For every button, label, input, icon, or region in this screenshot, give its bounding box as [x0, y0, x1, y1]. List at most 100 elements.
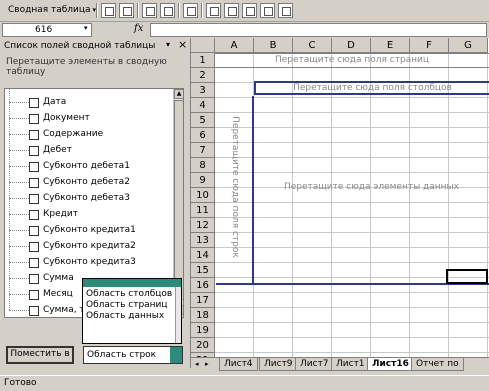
tree-line — [9, 119, 10, 134]
column-header[interactable]: C — [293, 38, 332, 53]
sheet-tab[interactable]: Лист4 — [219, 358, 258, 371]
area-select-value: Область строк — [87, 350, 157, 360]
close-icon[interactable]: × — [178, 38, 187, 51]
area-option-pages[interactable]: Область страниц — [86, 300, 168, 310]
include-hidden-items-icon[interactable] — [206, 3, 221, 18]
hide-field-list-icon[interactable] — [260, 3, 275, 18]
row-drop-text: Перетащите сюда поля строк — [230, 116, 240, 258]
dropdown-button-icon[interactable] — [170, 347, 182, 363]
row-header[interactable]: 19 — [191, 323, 215, 338]
dropdown-highlight — [83, 279, 181, 287]
field-icon — [29, 290, 39, 300]
refresh-data-icon[interactable] — [183, 3, 198, 18]
sheet-tab[interactable]: Лист7 — [295, 358, 334, 371]
column-header[interactable]: B — [254, 38, 293, 53]
pivot-chart-icon[interactable] — [119, 3, 134, 18]
field-icon — [29, 114, 39, 124]
row-fields-drop-zone[interactable]: Перетащите сюда поля строк — [216, 96, 254, 285]
row-header[interactable]: 9 — [191, 173, 215, 188]
tree-line — [9, 215, 10, 230]
toolbar-separator — [137, 3, 139, 18]
row-header[interactable]: 20 — [191, 338, 215, 353]
row-header[interactable]: 15 — [191, 263, 215, 278]
data-items-drop-zone[interactable]: Перетащите сюда элементы данных — [254, 96, 489, 285]
column-fields-drop-zone[interactable]: Перетащите сюда поля столбцов — [254, 81, 489, 95]
row-header[interactable]: 13 — [191, 233, 215, 248]
field-list-item[interactable]: Субконто кредита3 — [5, 247, 173, 271]
formula-input[interactable] — [150, 23, 487, 37]
field-list-item[interactable]: Кредит — [5, 199, 173, 223]
row-header[interactable]: 3 — [191, 83, 215, 98]
field-icon — [29, 194, 39, 204]
row-header[interactable]: 18 — [191, 308, 215, 323]
column-header[interactable]: D — [332, 38, 371, 53]
tab-scroll-right-icon[interactable]: ▸ — [205, 360, 209, 368]
name-box[interactable]: 616 — [2, 23, 92, 37]
field-label: Субконто кредита3 — [43, 257, 136, 267]
tree-line — [9, 278, 31, 279]
scroll-up-icon[interactable]: ▲ — [174, 89, 183, 99]
show-detail-icon[interactable] — [160, 3, 175, 18]
dropdown-scrollbar[interactable] — [175, 287, 181, 343]
row-header[interactable]: 12 — [191, 218, 215, 233]
field-settings-icon[interactable] — [242, 3, 257, 18]
add-to-button[interactable]: Поместить в — [6, 346, 74, 364]
row-header[interactable]: 2 — [191, 68, 215, 83]
field-list-item[interactable]: Документ — [5, 103, 173, 127]
grid-line — [215, 322, 489, 323]
chevron-down-icon[interactable]: ▾ — [84, 24, 88, 32]
field-list-item[interactable]: Дебет — [5, 135, 173, 159]
field-label: Субконто дебета3 — [43, 193, 130, 203]
field-list-item[interactable]: Субконто кредита1 — [5, 215, 173, 239]
field-icon — [29, 130, 39, 140]
always-display-items-icon[interactable] — [224, 3, 239, 18]
field-list-item[interactable]: Содержание — [5, 119, 173, 143]
row-header[interactable]: 6 — [191, 128, 215, 143]
fx-icon[interactable]: fx — [134, 23, 143, 34]
hide-detail-icon[interactable] — [142, 3, 157, 18]
field-list-item[interactable]: Субконто дебета3 — [5, 183, 173, 207]
row-header[interactable]: 14 — [191, 248, 215, 263]
sheet-tab[interactable]: Отчет по — [411, 358, 464, 371]
column-header[interactable]: E — [371, 38, 410, 53]
column-header[interactable]: A — [215, 38, 254, 53]
tab-scroll-left-icon[interactable]: ◂ — [195, 360, 199, 368]
field-list-item[interactable]: Субконто дебета2 — [5, 167, 173, 191]
page-fields-drop-zone[interactable]: Перетащите сюда поля страниц — [215, 53, 489, 68]
row-header[interactable]: 5 — [191, 113, 215, 128]
row-header[interactable]: 17 — [191, 293, 215, 308]
active-cell[interactable] — [446, 269, 488, 284]
select-all-corner[interactable] — [191, 38, 215, 53]
row-header[interactable]: 1 — [191, 53, 215, 68]
pivot-table-menu[interactable]: Сводная таблица ▾ — [2, 2, 96, 19]
field-label: Субконто дебета1 — [43, 161, 130, 171]
sheet-tab[interactable]: Лист9 — [259, 358, 298, 371]
data-drop-text: Перетащите сюда элементы данных — [284, 182, 459, 192]
sheet-tab[interactable]: Лист16 — [367, 358, 414, 371]
column-header[interactable]: F — [410, 38, 449, 53]
row-header[interactable]: 11 — [191, 203, 215, 218]
tree-line — [9, 183, 10, 198]
scrollbar-thumb[interactable] — [174, 100, 183, 300]
field-list-item[interactable]: Субконто дебета1 — [5, 151, 173, 175]
worksheet-grid[interactable]: ABCDEFG123456789101112131415161718192021… — [191, 38, 489, 357]
area-option-data[interactable]: Область данных — [86, 311, 164, 321]
row-header[interactable]: 16 — [191, 278, 215, 293]
field-list-item[interactable]: Субконто кредита2 — [5, 231, 173, 255]
column-header[interactable]: G — [449, 38, 488, 53]
row-header[interactable]: 4 — [191, 98, 215, 113]
area-option-columns[interactable]: Область столбцов — [86, 289, 172, 299]
tree-line — [9, 134, 31, 135]
chevron-down-icon[interactable]: ▾ — [166, 40, 170, 49]
row-header[interactable]: 7 — [191, 143, 215, 158]
row-header[interactable]: 8 — [191, 158, 215, 173]
sheet-tab[interactable]: Лист1 — [331, 358, 370, 371]
row-header[interactable]: 10 — [191, 188, 215, 203]
pivot-toolbar: Сводная таблица ▾ — [0, 0, 489, 22]
toolbar-options-icon[interactable] — [278, 3, 293, 18]
format-report-icon[interactable] — [101, 3, 116, 18]
area-select[interactable]: Область строк — [83, 346, 183, 364]
field-icon — [29, 210, 39, 220]
tree-line — [9, 246, 31, 247]
field-list-item[interactable]: Дата — [5, 89, 173, 111]
